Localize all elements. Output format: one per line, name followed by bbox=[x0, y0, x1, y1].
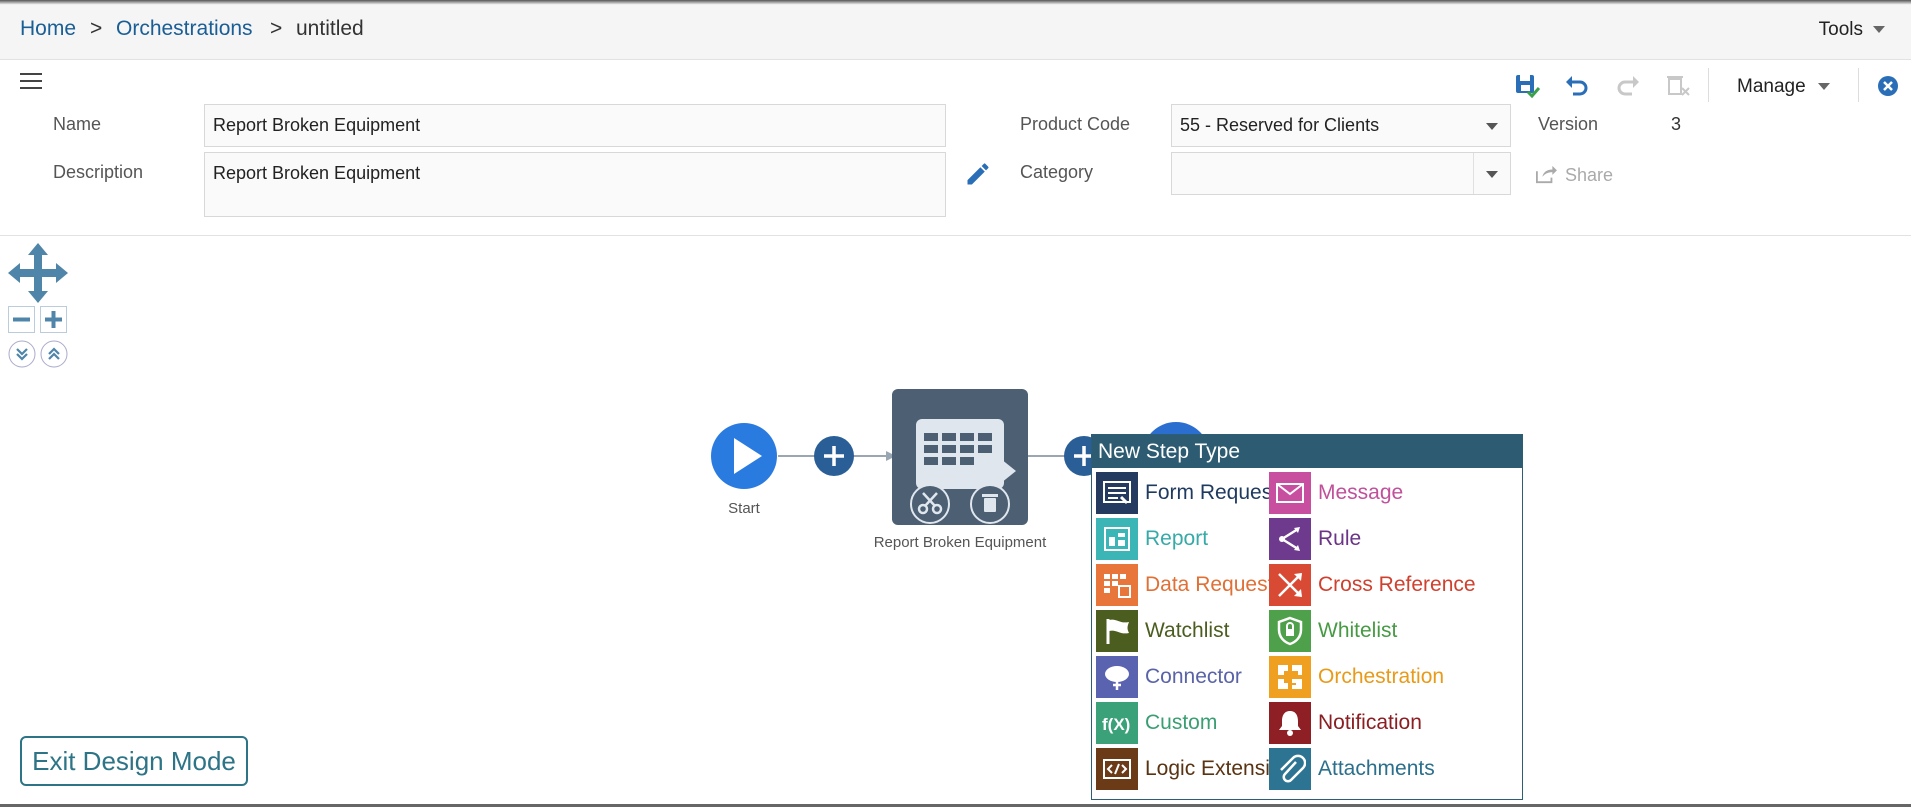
step-type-form-request[interactable]: Form Request bbox=[1096, 472, 1278, 514]
manage-label: Manage bbox=[1737, 76, 1806, 97]
step-type-logic-extension[interactable]: Logic Extension bbox=[1096, 748, 1293, 790]
step-type-label: Custom bbox=[1145, 711, 1218, 734]
close-icon[interactable] bbox=[1877, 75, 1899, 97]
popup-title: New Step Type bbox=[1092, 435, 1522, 468]
step-type-whitelist[interactable]: Whitelist bbox=[1269, 610, 1397, 652]
notification-icon bbox=[1269, 702, 1311, 744]
step-type-label: Notification bbox=[1318, 711, 1422, 734]
version-label: Version bbox=[1538, 114, 1599, 134]
undo-icon[interactable] bbox=[1564, 72, 1590, 98]
description-label: Description bbox=[53, 162, 144, 182]
data-request-icon bbox=[1096, 564, 1138, 606]
message-icon bbox=[1269, 472, 1311, 514]
tools-label: Tools bbox=[1818, 19, 1863, 40]
exit-design-mode-button[interactable]: Exit Design Mode bbox=[20, 736, 248, 786]
step-type-label: Form Request bbox=[1145, 481, 1279, 504]
collapse-all-icon[interactable] bbox=[40, 340, 68, 368]
chevron-down-icon bbox=[1473, 153, 1510, 194]
step-type-label: Data Request bbox=[1145, 573, 1274, 596]
report-icon bbox=[1096, 518, 1138, 560]
description-field[interactable]: Report Broken Equipment bbox=[204, 152, 946, 217]
name-field[interactable]: Report Broken Equipment bbox=[204, 104, 946, 147]
step-type-attachments[interactable]: Attachments bbox=[1269, 748, 1435, 790]
step-type-label: Watchlist bbox=[1145, 619, 1230, 642]
step-type-cross-reference[interactable]: Cross Reference bbox=[1269, 564, 1476, 606]
step-type-connector[interactable]: Connector bbox=[1096, 656, 1242, 698]
custom-icon: f(X) bbox=[1096, 702, 1138, 744]
step-type-label: Attachments bbox=[1318, 757, 1435, 780]
zoom-out-icon[interactable] bbox=[8, 306, 35, 333]
step-type-message[interactable]: Message bbox=[1269, 472, 1403, 514]
trash-icon bbox=[982, 494, 998, 512]
step-type-label: Message bbox=[1318, 481, 1404, 504]
breadcrumb-current: untitled bbox=[296, 17, 364, 40]
orchestration-header: Name Report Broken Equipment Description… bbox=[0, 60, 1911, 236]
svg-text:f(X): f(X) bbox=[1102, 715, 1130, 734]
save-icon[interactable] bbox=[1514, 72, 1540, 98]
step-node-report-broken-equipment[interactable] bbox=[892, 389, 1028, 525]
version-value: 3 bbox=[1671, 114, 1682, 134]
add-step-button[interactable] bbox=[813, 435, 855, 477]
category-select[interactable] bbox=[1171, 152, 1511, 195]
whitelist-icon bbox=[1269, 610, 1311, 652]
delete-icon bbox=[1667, 76, 1690, 96]
hamburger-menu-icon[interactable] bbox=[20, 73, 42, 94]
new-step-type-popup: New Step Type Form Request Report Data Req… bbox=[1091, 434, 1523, 800]
rule-icon bbox=[1269, 518, 1311, 560]
breadcrumb-home-link[interactable]: Home bbox=[20, 17, 76, 41]
toolbar-divider bbox=[1708, 68, 1709, 102]
breadcrumb: Home > Orchestrations > untitled Tools bbox=[0, 5, 1911, 60]
pencil-icon[interactable] bbox=[964, 160, 992, 188]
watchlist-icon bbox=[1096, 610, 1138, 652]
pan-icon[interactable] bbox=[8, 243, 68, 303]
step-type-rule[interactable]: Rule bbox=[1269, 518, 1361, 560]
start-node-label: Start bbox=[728, 500, 760, 517]
chevron-down-icon bbox=[1873, 26, 1885, 34]
attachments-icon bbox=[1269, 748, 1311, 790]
step-type-label: Rule bbox=[1318, 527, 1362, 550]
toolbar-divider bbox=[1858, 68, 1859, 102]
start-node[interactable] bbox=[710, 422, 778, 490]
tools-menu[interactable]: Tools bbox=[1819, 19, 1885, 41]
step-type-label: Orchestration bbox=[1318, 665, 1445, 688]
product-code-value: 55 - Reserved for Clients bbox=[1180, 115, 1380, 135]
step-type-data-request[interactable]: Data Request bbox=[1096, 564, 1273, 606]
logic-extension-icon bbox=[1096, 748, 1138, 790]
name-label: Name bbox=[53, 114, 102, 134]
form-request-icon bbox=[1096, 472, 1138, 514]
product-code-label: Product Code bbox=[1020, 114, 1131, 134]
share-label: Share bbox=[1565, 165, 1614, 185]
step-type-orchestration[interactable]: Orchestration bbox=[1269, 656, 1444, 698]
expand-all-icon[interactable] bbox=[8, 340, 36, 368]
step-type-watchlist[interactable]: Watchlist bbox=[1096, 610, 1229, 652]
step-type-notification[interactable]: Notification bbox=[1269, 702, 1422, 744]
zoom-in-icon[interactable] bbox=[40, 306, 67, 333]
redo-icon bbox=[1617, 76, 1639, 96]
step-type-custom[interactable]: f(X) Custom bbox=[1096, 702, 1217, 744]
step-type-report[interactable]: Report bbox=[1096, 518, 1208, 560]
breadcrumb-separator: > bbox=[270, 17, 283, 40]
step-type-label: Report bbox=[1145, 527, 1209, 550]
step-node-label: Report Broken Equipment bbox=[873, 534, 1047, 551]
connector-icon bbox=[1096, 656, 1138, 698]
category-label: Category bbox=[1020, 162, 1094, 182]
cross-reference-icon bbox=[1269, 564, 1311, 606]
chevron-down-icon bbox=[1474, 105, 1510, 146]
product-code-select[interactable]: 55 - Reserved for Clients bbox=[1171, 104, 1511, 147]
orchestration-icon bbox=[1269, 656, 1311, 698]
share-icon bbox=[1536, 165, 1557, 184]
step-type-label: Connector bbox=[1145, 665, 1242, 688]
manage-menu[interactable]: Manage bbox=[1737, 76, 1830, 98]
share-button[interactable]: Share bbox=[1535, 164, 1613, 186]
step-type-label: Cross Reference bbox=[1318, 573, 1476, 596]
breadcrumb-separator: > bbox=[90, 17, 103, 40]
chevron-down-icon bbox=[1817, 83, 1830, 91]
breadcrumb-orchestrations-link[interactable]: Orchestrations bbox=[116, 17, 253, 41]
step-type-label: Whitelist bbox=[1318, 619, 1398, 642]
